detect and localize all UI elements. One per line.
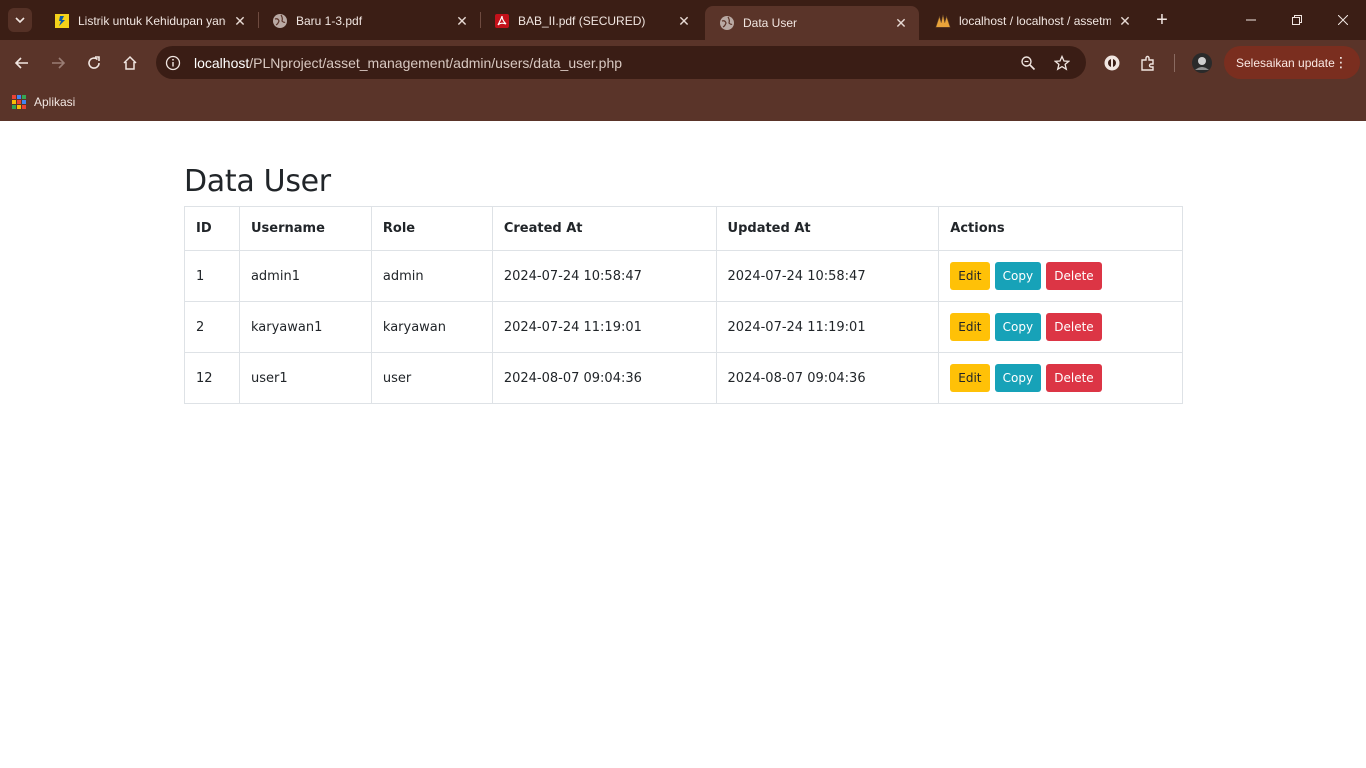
phpmyadmin-icon — [935, 13, 951, 29]
back-arrow-icon[interactable] — [8, 49, 36, 77]
profile-avatar-icon[interactable] — [1188, 49, 1216, 77]
cell-created-at: 2024-07-24 10:58:47 — [491, 250, 717, 302]
site-info-icon[interactable] — [164, 54, 182, 72]
delete-button[interactable]: Delete — [1046, 262, 1102, 290]
url-text: localhost/PLNproject/asset_management/ad… — [194, 55, 622, 71]
cell-created-at: 2024-08-07 09:04:36 — [491, 352, 717, 404]
globe-icon — [719, 15, 735, 31]
window-close-icon[interactable] — [1320, 0, 1366, 40]
copy-button[interactable]: Copy — [994, 364, 1042, 392]
cell-role: user — [370, 352, 493, 404]
chevron-down-icon — [15, 17, 25, 24]
restore-icon[interactable] — [1274, 0, 1320, 40]
tab-title: Baru 1-3.pdf — [296, 14, 363, 28]
table-row: 12 user1 user 2024-08-07 09:04:36 2024-0… — [184, 352, 1183, 404]
column-header-id: ID — [184, 206, 240, 251]
tab-title: localhost / localhost / assetm — [959, 14, 1111, 28]
edit-button[interactable]: Edit — [950, 313, 990, 341]
tab-title: Listrik untuk Kehidupan yang — [78, 14, 226, 28]
cell-username: user1 — [238, 352, 372, 404]
url-path: /PLNproject/asset_management/admin/users… — [249, 54, 623, 71]
url-host: localhost — [194, 54, 250, 71]
new-tab-plus-icon[interactable]: + — [1150, 8, 1174, 32]
minimize-icon[interactable] — [1228, 0, 1274, 40]
tab-pln[interactable]: Listrik untuk Kehidupan yang ✕ — [40, 6, 258, 36]
zoom-icon[interactable] — [1018, 53, 1038, 73]
users-table: ID Username Role Created At Updated At A… — [184, 206, 1183, 404]
edit-button[interactable]: Edit — [950, 262, 990, 290]
cell-updated-at: 2024-08-07 09:04:36 — [715, 352, 940, 404]
page-title: Data User — [184, 164, 331, 199]
column-header-created-at: Created At — [491, 206, 717, 251]
table-row: 2 karyawan1 karyawan 2024-07-24 11:19:01… — [184, 301, 1183, 353]
column-header-username: Username — [238, 206, 372, 251]
cell-username: admin1 — [238, 250, 372, 302]
tab-data-user[interactable]: Data User ✕ — [705, 6, 919, 40]
forward-arrow-icon[interactable] — [44, 49, 72, 77]
extension-icon[interactable] — [1098, 49, 1126, 77]
bookmarks-bar: Aplikasi — [0, 86, 1366, 121]
close-icon[interactable]: ✕ — [232, 13, 248, 29]
cell-role: admin — [370, 250, 493, 302]
pln-logo-icon — [54, 13, 70, 29]
tab-baru-pdf[interactable]: Baru 1-3.pdf ✕ — [258, 6, 480, 36]
close-icon[interactable]: ✕ — [1117, 13, 1133, 29]
tab-phpmyadmin[interactable]: localhost / localhost / assetm ✕ — [921, 6, 1143, 36]
cell-actions: Edit Copy Delete — [938, 250, 1183, 302]
cell-role: karyawan — [370, 301, 493, 353]
table-row: 1 admin1 admin 2024-07-24 10:58:47 2024-… — [184, 250, 1183, 302]
cell-created-at: 2024-07-24 11:19:01 — [491, 301, 717, 353]
cell-actions: Edit Copy Delete — [938, 301, 1183, 353]
table-header-row: ID Username Role Created At Updated At A… — [184, 206, 1183, 251]
pdf-icon — [494, 13, 510, 29]
bookmark-star-icon[interactable] — [1052, 53, 1072, 73]
toolbar-divider — [1174, 54, 1175, 72]
copy-button[interactable]: Copy — [994, 313, 1042, 341]
column-header-updated-at: Updated At — [715, 206, 940, 251]
home-icon[interactable] — [116, 49, 144, 77]
column-header-role: Role — [370, 206, 493, 251]
close-icon[interactable]: ✕ — [676, 13, 692, 29]
close-icon[interactable]: ✕ — [454, 13, 470, 29]
cell-id: 12 — [184, 352, 240, 404]
tab-title: BAB_II.pdf (SECURED) — [518, 14, 646, 28]
cell-updated-at: 2024-07-24 11:19:01 — [715, 301, 940, 353]
tab-title: Data User — [743, 16, 798, 30]
finish-update-button[interactable]: Selesaikan update ⋮ — [1224, 46, 1360, 79]
edit-button[interactable]: Edit — [950, 364, 990, 392]
close-icon[interactable]: ✕ — [893, 15, 909, 31]
address-bar[interactable]: localhost/PLNproject/asset_management/ad… — [156, 46, 1086, 79]
globe-icon — [272, 13, 288, 29]
tab-bab-pdf[interactable]: BAB_II.pdf (SECURED) ✕ — [480, 6, 702, 36]
delete-button[interactable]: Delete — [1046, 313, 1102, 341]
cell-id: 2 — [184, 301, 240, 353]
cell-username: karyawan1 — [238, 301, 372, 353]
copy-button[interactable]: Copy — [994, 262, 1042, 290]
cell-id: 1 — [184, 250, 240, 302]
update-label: Selesaikan update — [1236, 55, 1335, 70]
tab-search-button[interactable] — [8, 8, 32, 32]
bookmark-apps[interactable]: Aplikasi — [12, 92, 75, 112]
cell-actions: Edit Copy Delete — [938, 352, 1183, 404]
column-header-actions: Actions — [938, 206, 1183, 251]
apps-grid-icon — [12, 95, 26, 109]
browser-toolbar: localhost/PLNproject/asset_management/ad… — [0, 40, 1366, 86]
cell-updated-at: 2024-07-24 10:58:47 — [715, 250, 940, 302]
reload-icon[interactable] — [80, 49, 108, 77]
kebab-menu-icon[interactable]: ⋮ — [1334, 54, 1348, 70]
tab-strip: Listrik untuk Kehidupan yang ✕ Baru 1-3.… — [0, 0, 1366, 40]
delete-button[interactable]: Delete — [1046, 364, 1102, 392]
bookmark-label: Aplikasi — [34, 95, 76, 109]
extensions-puzzle-icon[interactable] — [1134, 49, 1162, 77]
